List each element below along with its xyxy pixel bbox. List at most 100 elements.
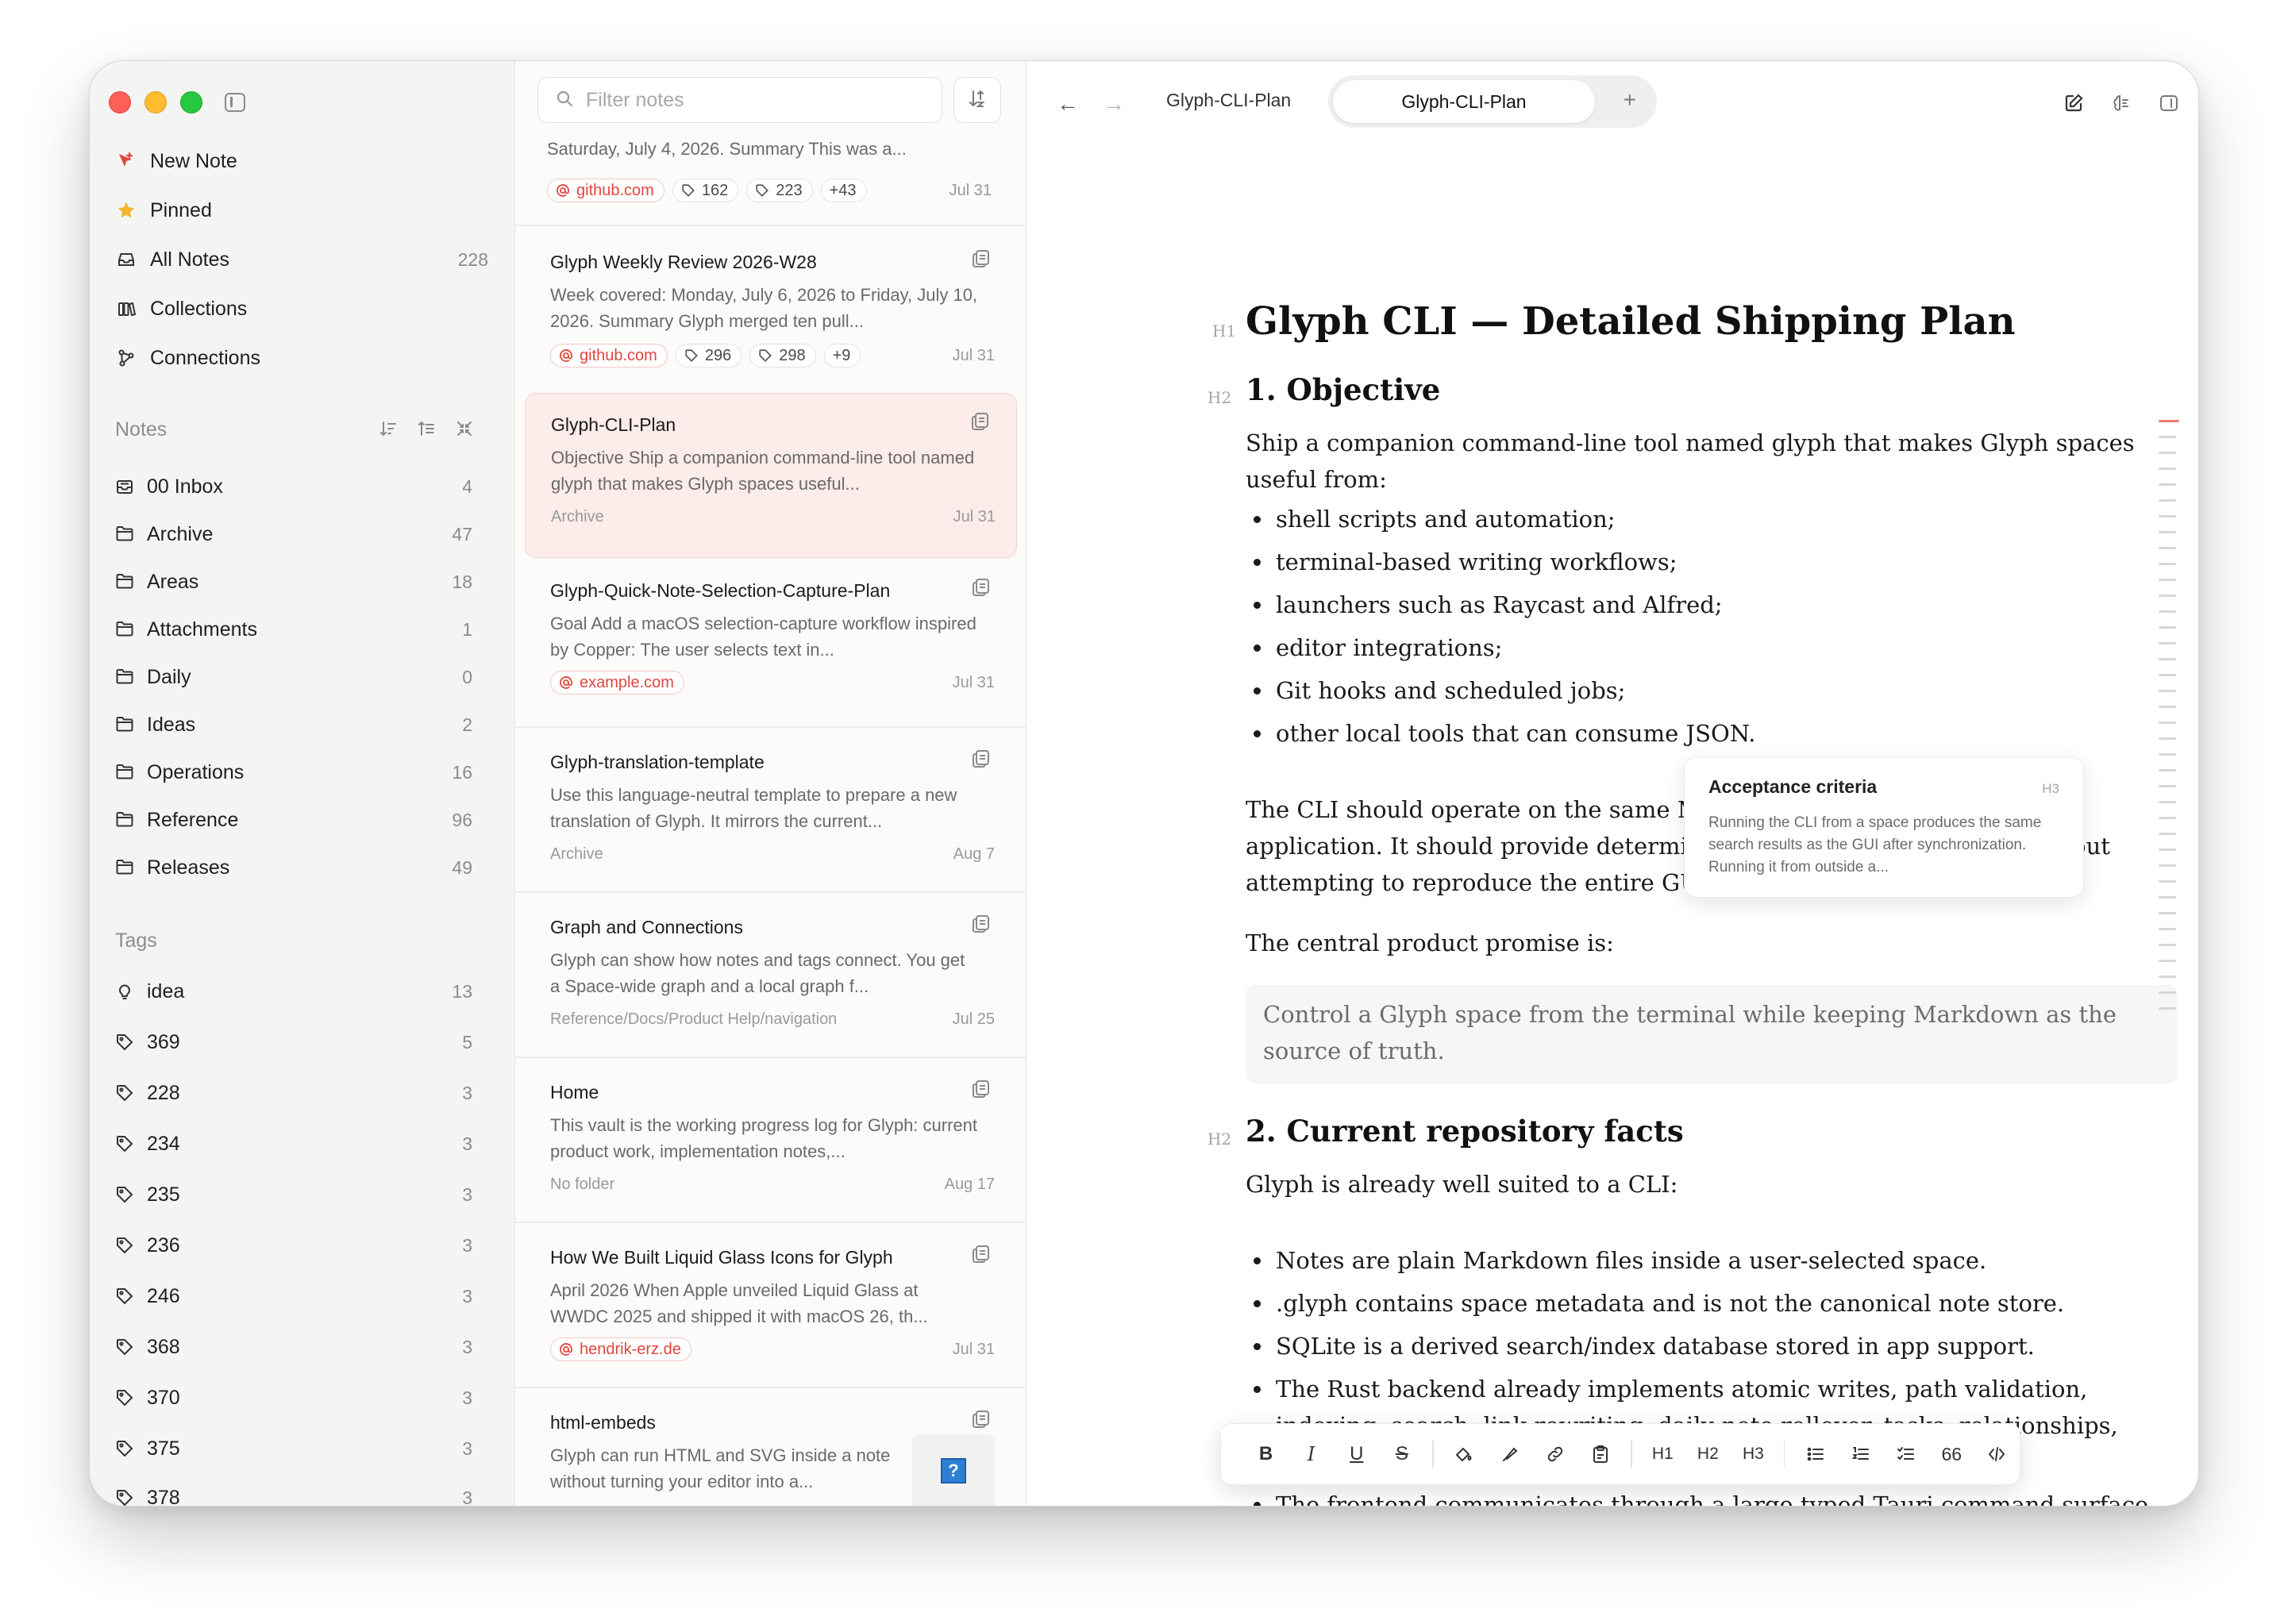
more-tags-chip[interactable]: +43: [820, 179, 867, 202]
note-item[interactable]: Glyph-translation-template Use this lang…: [525, 726, 1017, 891]
outline-marker[interactable]: [2159, 912, 2176, 914]
outline-marker[interactable]: [2159, 944, 2176, 946]
folder-item-ideas[interactable]: Ideas 2: [115, 707, 472, 742]
note-item[interactable]: Glyph-Quick-Note-Selection-Capture-Plan …: [525, 563, 1017, 726]
note-item[interactable]: How We Built Liquid Glass Icons for Glyp…: [525, 1222, 1017, 1387]
copy-note-icon[interactable]: [971, 577, 993, 599]
copy-note-icon[interactable]: [971, 914, 993, 936]
outline-marker[interactable]: [2159, 849, 2176, 851]
outline-marker[interactable]: [2159, 706, 2176, 708]
tag-chip[interactable]: 298: [749, 344, 816, 368]
tab-glyph-cli-plan[interactable]: Glyph-CLI-Plan: [1166, 90, 1291, 111]
outline-marker[interactable]: [2159, 658, 2176, 660]
tag-item[interactable]: 235 3: [115, 1177, 472, 1212]
forward-button[interactable]: →: [1103, 91, 1125, 117]
collapse-all-icon[interactable]: [418, 420, 435, 437]
italic-button[interactable]: I: [1288, 1431, 1334, 1477]
blockquote-button[interactable]: 66: [1929, 1431, 1974, 1477]
more-tags-chip[interactable]: +9: [823, 344, 861, 368]
tag-item[interactable]: 375 3: [115, 1431, 472, 1466]
underline-button[interactable]: U: [1334, 1431, 1379, 1477]
folder-item-areas[interactable]: Areas 18: [115, 564, 472, 599]
tag-chip[interactable]: 296: [675, 344, 742, 368]
shrink-icon[interactable]: [456, 420, 473, 437]
outline-marker[interactable]: [2159, 610, 2176, 613]
outline-marker[interactable]: [2159, 864, 2176, 867]
paste-icon[interactable]: [1577, 1431, 1623, 1477]
outline-marker[interactable]: [2159, 976, 2176, 978]
outline-rail[interactable]: [2159, 420, 2179, 1023]
folder-item-operations[interactable]: Operations 16: [115, 755, 472, 790]
outline-marker[interactable]: [2159, 801, 2176, 803]
outline-popover[interactable]: Acceptance criteria H3 Running the CLI f…: [1684, 756, 2084, 898]
sidebar-item-pinned[interactable]: Pinned: [115, 191, 488, 229]
new-tab-button[interactable]: +: [1624, 87, 1636, 113]
note-item[interactable]: Graph and Connections Glyph can show how…: [525, 891, 1017, 1056]
outline-marker[interactable]: [2159, 499, 2176, 502]
outline-marker[interactable]: [2159, 626, 2176, 629]
outline-marker[interactable]: [2159, 436, 2176, 438]
copy-note-icon[interactable]: [971, 248, 993, 271]
link-chip[interactable]: example.com: [550, 671, 684, 695]
tag-item[interactable]: 368 3: [115, 1330, 472, 1364]
link-chip[interactable]: github.com: [547, 179, 664, 202]
tag-item[interactable]: 246 3: [115, 1279, 472, 1314]
folder-item-attachments[interactable]: Attachments 1: [115, 612, 472, 647]
copy-note-icon[interactable]: [970, 411, 992, 433]
numbered-list-icon[interactable]: [1839, 1431, 1884, 1477]
outline-marker[interactable]: [2159, 960, 2176, 962]
outline-marker-active[interactable]: [2159, 420, 2179, 422]
copy-note-icon[interactable]: [971, 1409, 993, 1431]
folder-item-inbox[interactable]: 00 Inbox 4: [115, 469, 472, 504]
tag-item[interactable]: 228 3: [115, 1076, 472, 1110]
tag-item[interactable]: 378 3: [115, 1480, 472, 1506]
sort-notes-button[interactable]: [953, 77, 1001, 123]
outline-marker[interactable]: [2159, 737, 2176, 740]
tag-item[interactable]: 370 3: [115, 1380, 472, 1415]
outline-marker[interactable]: [2159, 563, 2176, 565]
copy-note-icon[interactable]: [971, 1079, 993, 1101]
close-window-button[interactable]: [109, 91, 131, 114]
outline-marker[interactable]: [2159, 452, 2176, 454]
tag-item[interactable]: idea 13: [115, 974, 472, 1009]
tag-item[interactable]: 236 3: [115, 1228, 472, 1263]
link-chip[interactable]: hendrik-erz.de: [550, 1337, 691, 1361]
copy-note-icon[interactable]: [971, 749, 993, 771]
outline-marker[interactable]: [2159, 753, 2176, 756]
tag-chip[interactable]: 162: [672, 179, 739, 202]
outline-marker[interactable]: [2159, 642, 2176, 645]
folder-item-releases[interactable]: Releases 49: [115, 850, 472, 885]
copy-note-icon[interactable]: [971, 1244, 993, 1266]
marker-icon[interactable]: [1487, 1431, 1532, 1477]
folder-item-archive[interactable]: Archive 47: [115, 517, 472, 552]
help-button[interactable]: ?: [912, 1434, 995, 1506]
ai-assist-icon[interactable]: [2111, 93, 2132, 114]
edit-icon[interactable]: [2063, 93, 2084, 114]
filter-notes-input[interactable]: Filter notes: [537, 77, 942, 123]
sidebar-item-connections[interactable]: Connections: [115, 339, 488, 377]
strikethrough-button[interactable]: S: [1379, 1431, 1424, 1477]
outline-marker[interactable]: [2159, 468, 2176, 470]
bold-button[interactable]: B: [1243, 1431, 1288, 1477]
bullet-list-icon[interactable]: [1793, 1431, 1838, 1477]
outline-marker[interactable]: [2159, 928, 2176, 930]
sidebar-item-all-notes[interactable]: All Notes 228: [115, 241, 488, 279]
outline-marker[interactable]: [2159, 595, 2176, 597]
outline-marker[interactable]: [2159, 515, 2176, 518]
outline-marker[interactable]: [2159, 896, 2176, 899]
outline-marker[interactable]: [2159, 531, 2176, 533]
sidebar-item-collections[interactable]: Collections: [115, 290, 488, 328]
outline-marker[interactable]: [2159, 991, 2176, 994]
outline-marker[interactable]: [2159, 690, 2176, 692]
tab-active[interactable]: Glyph-CLI-Plan: [1333, 80, 1595, 123]
sort-icon[interactable]: [379, 420, 397, 437]
heading-2-button[interactable]: H2: [1685, 1431, 1731, 1477]
link-icon[interactable]: [1532, 1431, 1577, 1477]
heading-3-button[interactable]: H3: [1731, 1431, 1776, 1477]
outline-marker[interactable]: [2159, 817, 2176, 819]
highlight-icon[interactable]: [1442, 1431, 1487, 1477]
heading-1-button[interactable]: H1: [1640, 1431, 1685, 1477]
outline-marker[interactable]: [2159, 547, 2176, 549]
back-button[interactable]: ←: [1057, 91, 1079, 117]
note-item[interactable]: Glyph Weekly Review 2026-W28 Week covere…: [525, 225, 1017, 388]
